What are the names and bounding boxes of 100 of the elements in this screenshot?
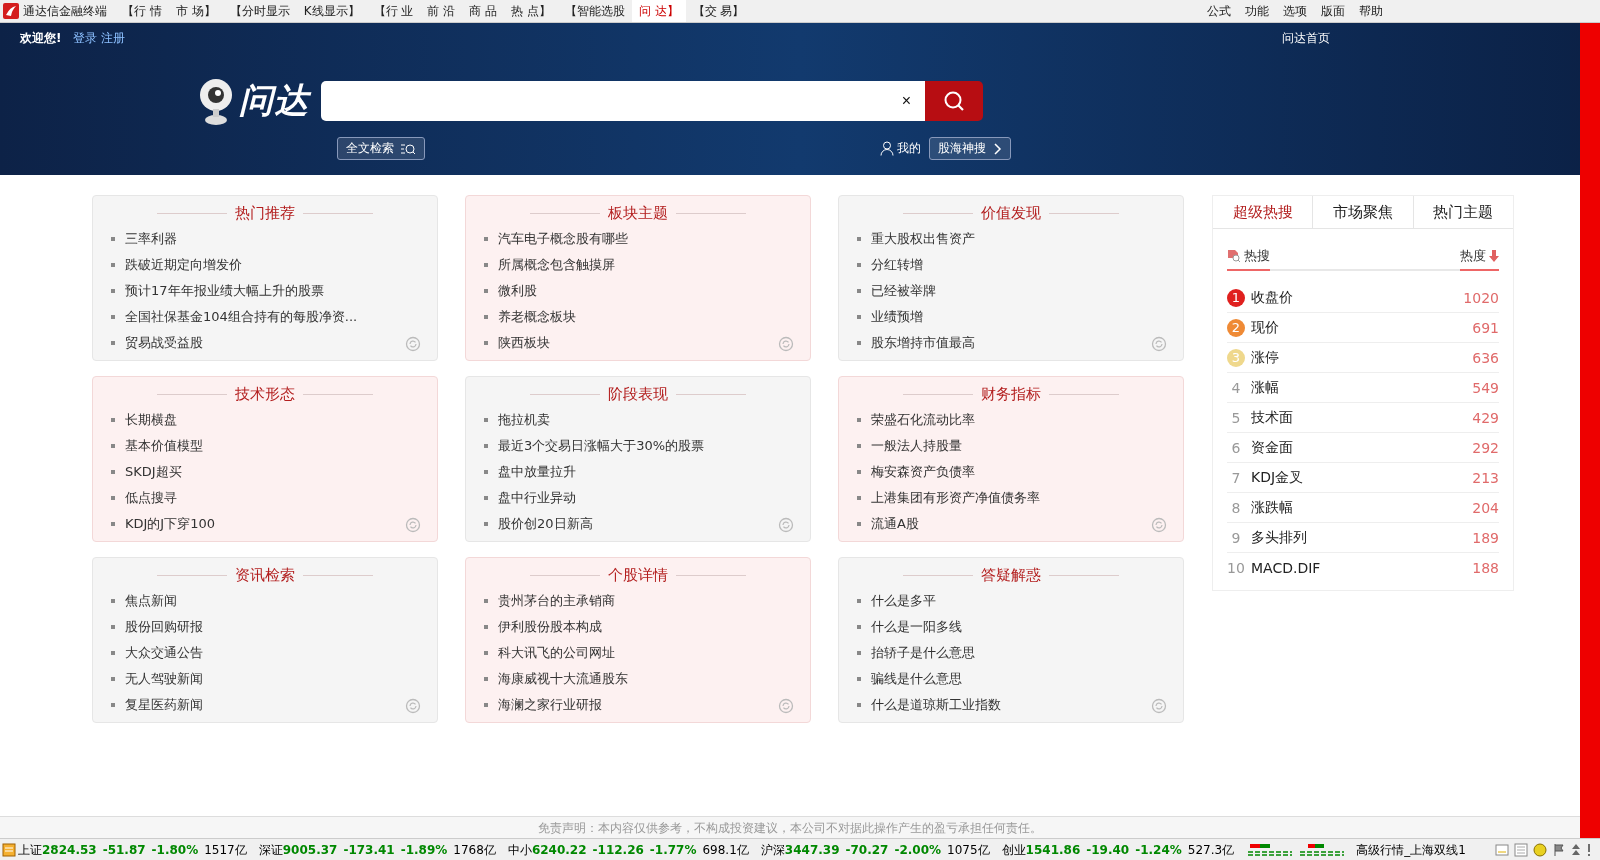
search-term-link[interactable]: KDJ金叉 — [1251, 468, 1304, 487]
topic-link[interactable]: 一般法人持股量 — [871, 437, 962, 455]
nav-link[interactable]: 问达首页 — [1282, 30, 1330, 45]
topic-link[interactable]: 业绩预增 — [871, 308, 923, 326]
topic-link[interactable]: 复星医药新闻 — [125, 696, 203, 714]
menu-item[interactable]: 市 场】 — [168, 0, 223, 22]
topic-link[interactable]: 三率利器 — [125, 230, 177, 248]
refresh-icon[interactable] — [405, 517, 421, 533]
search-term-link[interactable]: 收盘价 — [1251, 288, 1293, 307]
topic-link[interactable]: 什么是一阳多线 — [871, 618, 962, 636]
menu-item[interactable]: K线显示】 — [296, 0, 367, 22]
heat-value: 189 — [1472, 529, 1499, 546]
topic-link[interactable]: 什么是道琼斯工业指数 — [871, 696, 1001, 714]
topic-link[interactable]: 海康威视十大流通股东 — [498, 670, 628, 688]
topic-link[interactable]: 所属概念包含触摸屏 — [498, 256, 615, 274]
search-term-link[interactable]: 涨跌幅 — [1251, 498, 1293, 517]
topic-link[interactable]: KDJ的J下穿100 — [125, 515, 216, 533]
menu-item[interactable]: 热 点】 — [504, 0, 558, 22]
column-header[interactable]: 热度 — [1460, 247, 1486, 265]
clear-button[interactable]: × — [895, 91, 917, 111]
refresh-icon[interactable] — [405, 698, 421, 714]
topic-link[interactable]: SKDJ超买 — [125, 463, 182, 481]
refresh-icon[interactable] — [1151, 336, 1167, 352]
refresh-icon[interactable] — [1151, 698, 1167, 714]
topic-link[interactable]: 盘中放量拉升 — [498, 463, 576, 481]
refresh-icon[interactable] — [405, 336, 421, 352]
menu-icon[interactable] — [2, 843, 16, 857]
topic-link[interactable]: 海澜之家行业研报 — [498, 696, 602, 714]
refresh-icon[interactable] — [778, 698, 794, 714]
topic-link[interactable]: 大众交通公告 — [125, 644, 203, 662]
refresh-icon[interactable] — [1151, 517, 1167, 533]
refresh-icon[interactable] — [778, 336, 794, 352]
menu-item[interactable]: 【智能选股 — [557, 0, 632, 22]
menu-item[interactable]: 前 沿 — [420, 0, 463, 22]
window-icon[interactable] — [1495, 843, 1509, 857]
topic-link[interactable]: 骗线是什么意思 — [871, 670, 962, 688]
search-term-link[interactable]: MACD.DIF — [1251, 559, 1321, 576]
menu-item[interactable]: 商 品 — [462, 0, 504, 22]
fulltext-search-button[interactable]: 全文检索 — [337, 137, 425, 160]
topic-link[interactable]: 低点搜寻 — [125, 489, 177, 507]
menu-item[interactable]: 帮助 — [1352, 2, 1390, 20]
menu-item[interactable]: 【行 情 — [115, 0, 169, 22]
info-icon[interactable] — [1586, 843, 1592, 857]
topic-link[interactable]: 无人驾驶新闻 — [125, 670, 203, 688]
topic-link[interactable]: 股份回购研报 — [125, 618, 203, 636]
search-term-link[interactable]: 技术面 — [1251, 408, 1293, 427]
topic-link[interactable]: 预计17年年报业绩大幅上升的股票 — [125, 282, 324, 300]
topic-link[interactable]: 什么是多平 — [871, 592, 936, 610]
search-term-link[interactable]: 资金面 — [1251, 438, 1293, 457]
refresh-icon[interactable] — [778, 517, 794, 533]
search-button[interactable] — [925, 81, 983, 121]
up-arrows-icon[interactable] — [1571, 843, 1581, 857]
topic-link[interactable]: 基本价值模型 — [125, 437, 203, 455]
topic-link[interactable]: 贵州茅台的主承销商 — [498, 592, 615, 610]
search-term-link[interactable]: 涨幅 — [1251, 378, 1279, 397]
topic-link[interactable]: 拖拉机卖 — [498, 411, 550, 429]
document-icon[interactable] — [1514, 843, 1528, 857]
topic-link[interactable]: 抬轿子是什么意思 — [871, 644, 975, 662]
menu-item[interactable]: 功能 — [1238, 2, 1276, 20]
topic-link[interactable]: 分红转增 — [871, 256, 923, 274]
topic-link[interactable]: 梅安森资产负债率 — [871, 463, 975, 481]
register-link[interactable]: 注册 — [101, 29, 126, 47]
topic-link[interactable]: 陕西板块 — [498, 334, 550, 352]
coin-icon[interactable] — [1533, 843, 1547, 857]
menu-item[interactable]: 选项 — [1276, 2, 1314, 20]
topic-link[interactable]: 全国社保基金104组合持有的每股净资... — [125, 308, 358, 326]
search-field[interactable]: × — [321, 81, 925, 121]
topic-link[interactable]: 汽车电子概念股有哪些 — [498, 230, 628, 248]
topic-link[interactable]: 跌破近期定向增发价 — [125, 256, 242, 274]
search-term-link[interactable]: 多头排列 — [1251, 528, 1307, 547]
my-link[interactable]: 我的 — [897, 140, 921, 157]
search-term-link[interactable]: 涨停 — [1251, 348, 1279, 367]
menu-item[interactable]: 公式 — [1200, 2, 1238, 20]
topic-link[interactable]: 长期横盘 — [125, 411, 177, 429]
search-term-link[interactable]: 现价 — [1251, 318, 1279, 337]
topic-link[interactable]: 盘中行业异动 — [498, 489, 576, 507]
flag-icon[interactable] — [1552, 843, 1566, 857]
topic-link[interactable]: 科大讯飞的公司网址 — [498, 644, 615, 662]
deep-search-button[interactable]: 股海神搜 — [929, 137, 1011, 160]
topic-link[interactable]: 上港集团有形资产净值债务率 — [871, 489, 1040, 507]
topic-link[interactable]: 最近3个交易日涨幅大于30%的股票 — [498, 437, 705, 455]
topic-link[interactable]: 焦点新闻 — [125, 592, 177, 610]
topic-link[interactable]: 微利股 — [498, 282, 537, 300]
menu-item[interactable]: 版面 — [1314, 2, 1352, 20]
topic-link[interactable]: 流通A股 — [871, 515, 919, 533]
menu-item[interactable]: 【交 易】 — [685, 0, 752, 22]
topic-link[interactable]: 养老概念板块 — [498, 308, 576, 326]
topic-link[interactable]: 股价创20日新高 — [498, 515, 593, 533]
menu-item[interactable]: 【分时显示 — [222, 0, 297, 22]
topic-link[interactable]: 贸易战受益股 — [125, 334, 203, 352]
topic-link[interactable]: 已经被举牌 — [871, 282, 936, 300]
topic-link[interactable]: 重大股权出售资产 — [871, 230, 975, 248]
login-link[interactable]: 登录 — [73, 29, 98, 47]
menu-item[interactable]: 问 达】 — [631, 0, 686, 22]
menu-item[interactable]: 【行 业 — [366, 0, 421, 22]
topic-link[interactable]: 伊利股份股本构成 — [498, 618, 602, 636]
topic-link[interactable]: 股东增持市值最高 — [871, 334, 975, 352]
sort-down-icon[interactable] — [1489, 250, 1499, 262]
topic-link[interactable]: 荣盛石化流动比率 — [871, 411, 975, 429]
scroll-bar[interactable] — [1580, 23, 1600, 838]
